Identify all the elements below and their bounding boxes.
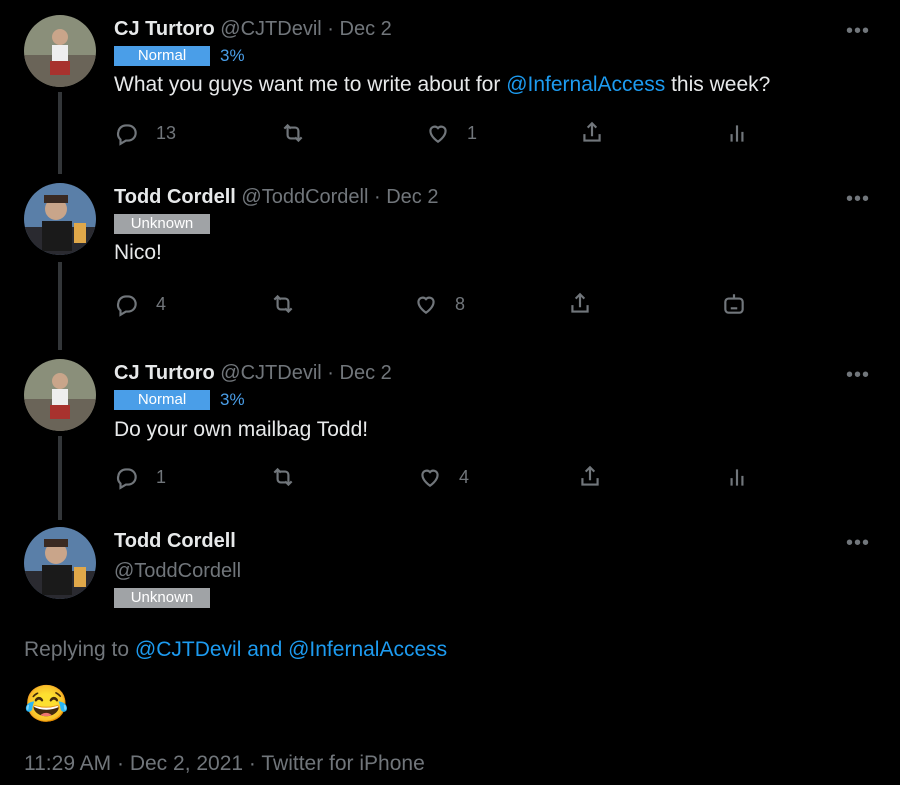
separator: ·	[327, 362, 334, 384]
analytics-icon	[730, 125, 744, 142]
avatar-image	[24, 527, 96, 599]
more-icon[interactable]: •••	[846, 533, 870, 553]
more-icon[interactable]: •••	[846, 21, 870, 41]
retweet-button[interactable]	[270, 291, 296, 317]
retweet-icon	[273, 294, 293, 314]
reply-icon	[116, 468, 137, 490]
status-badge: Normal	[114, 46, 210, 66]
separator: ·	[374, 186, 381, 208]
action-bar: 4 8	[114, 291, 764, 319]
reply-count: 1	[156, 466, 167, 487]
bot-button[interactable]	[721, 291, 747, 317]
heart-icon	[417, 296, 435, 314]
share-button[interactable]	[567, 291, 593, 317]
reply-button[interactable]: 1	[114, 464, 166, 490]
tweet-text: What you guys want me to write about for…	[114, 73, 770, 97]
tweet-text: 😂	[24, 683, 69, 724]
reply-button[interactable]: 4	[114, 291, 166, 317]
like-count: 8	[455, 293, 466, 314]
retweet-icon	[283, 123, 303, 143]
tweet-text-part: this week?	[665, 73, 771, 96]
tweet-date[interactable]: Dec 2	[386, 186, 438, 208]
timestamp[interactable]: 11:29 AM · Dec 2, 2021 · Twitter for iPh…	[24, 752, 425, 776]
tweet-text-part: What you guys want me to write about for	[114, 73, 507, 96]
badge-row: Normal 3%	[114, 46, 245, 66]
percent-label: 3%	[220, 390, 245, 409]
display-name[interactable]: Todd Cordell	[114, 186, 236, 208]
avatar-image	[24, 183, 96, 255]
tweet[interactable]: Todd Cordell @ToddCordell · Dec 2 ••• Un…	[0, 170, 900, 346]
reply-count: 13	[156, 122, 177, 143]
status-badge: Normal	[114, 390, 210, 410]
retweet-button[interactable]	[280, 120, 306, 146]
tweet-date[interactable]: Dec 2	[340, 18, 392, 40]
share-icon	[571, 292, 589, 313]
reply-icon	[116, 295, 137, 317]
display-name[interactable]: CJ Turtoro	[114, 18, 215, 40]
display-name[interactable]: Todd Cordell	[114, 530, 236, 553]
share-icon	[581, 465, 599, 486]
heart-icon	[421, 469, 439, 487]
like-count: 1	[467, 122, 478, 143]
handle[interactable]: @ToddCordell	[114, 560, 241, 583]
robot-icon	[724, 294, 744, 314]
reply-icon	[116, 124, 137, 146]
status-badge: Unknown	[114, 588, 210, 608]
handle[interactable]: @ToddCordell	[241, 186, 368, 208]
tweet[interactable]: CJ Turtoro @CJTDevil · Dec 2 ••• Normal …	[0, 346, 900, 518]
tweet-header: Todd Cordell @ToddCordell · Dec 2	[114, 186, 438, 209]
action-bar: 1 4	[114, 464, 764, 492]
avatar[interactable]	[24, 527, 96, 599]
separator: ·	[327, 18, 334, 40]
badge-row: Unknown	[114, 588, 210, 608]
analytics-button[interactable]	[724, 120, 750, 146]
avatar[interactable]	[24, 183, 96, 255]
tweet-text: Do your own mailbag Todd!	[114, 418, 369, 441]
badge-row: Normal 3%	[114, 390, 245, 410]
handle[interactable]: @CJTDevil	[220, 362, 321, 384]
analytics-button[interactable]	[724, 464, 750, 490]
reply-count: 4	[156, 293, 167, 314]
more-icon[interactable]: •••	[846, 365, 870, 385]
tweet-header: CJ Turtoro @CJTDevil · Dec 2	[114, 362, 392, 385]
tweet-text: Nico!	[114, 241, 162, 264]
replying-label: Replying to	[24, 638, 130, 661]
replying-to: Replying to @CJTDevil and @InfernalAcces…	[24, 638, 447, 662]
analytics-icon	[730, 469, 744, 486]
badge-row: Unknown	[114, 214, 210, 234]
percent-label: 3%	[220, 46, 245, 65]
tweet[interactable]: CJ Turtoro @CJTDevil · Dec 2 ••• Normal …	[0, 0, 900, 170]
like-button[interactable]: 8	[413, 291, 465, 317]
reply-button[interactable]: 13	[114, 120, 176, 146]
display-name[interactable]: CJ Turtoro	[114, 362, 215, 384]
share-icon	[583, 121, 601, 142]
avatar-image	[24, 15, 96, 87]
like-count: 4	[459, 466, 470, 487]
tweet-header: CJ Turtoro @CJTDevil · Dec 2	[114, 18, 392, 41]
avatar[interactable]	[24, 359, 96, 431]
action-bar: 13 1	[114, 120, 764, 148]
more-icon[interactable]: •••	[846, 189, 870, 209]
avatar-image	[24, 359, 96, 431]
reply-mentions[interactable]: @CJTDevil and @InfernalAccess	[135, 638, 447, 661]
retweet-icon	[273, 467, 293, 487]
retweet-button[interactable]	[270, 464, 296, 490]
mention-link[interactable]: @InfernalAccess	[506, 73, 665, 96]
avatar[interactable]	[24, 15, 96, 87]
share-button[interactable]	[577, 464, 603, 490]
tweet-date[interactable]: Dec 2	[340, 362, 392, 384]
like-button[interactable]: 4	[417, 464, 469, 490]
handle[interactable]: @CJTDevil	[220, 18, 321, 40]
share-button[interactable]	[579, 120, 605, 146]
like-button[interactable]: 1	[425, 120, 477, 146]
status-badge: Unknown	[114, 214, 210, 234]
heart-icon	[429, 125, 447, 143]
